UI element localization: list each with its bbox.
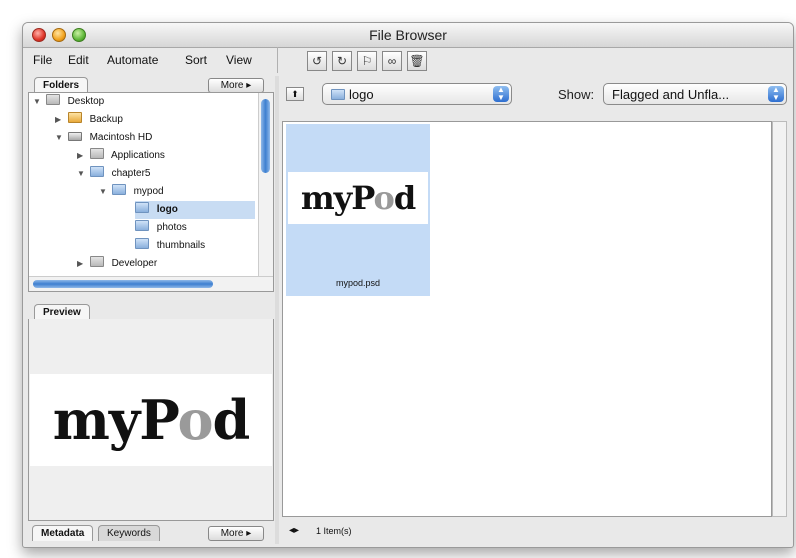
menu-sort[interactable]: Sort (185, 53, 207, 67)
trash-icon: 🗑 (409, 54, 425, 68)
binoculars-icon: ∞ (387, 54, 397, 68)
rotate-cw-button[interactable]: ↻ (332, 51, 352, 71)
status-bar: ◂▸ 1 Item(s) (280, 521, 789, 541)
menu-view[interactable]: View (226, 53, 252, 67)
menu-file[interactable]: File (33, 53, 52, 67)
tree-item-label: chapter5 (111, 168, 151, 179)
folder-icon (67, 112, 82, 123)
popup-stepper-icon: ▲ ▼ (493, 86, 509, 102)
developer-folder-icon (89, 256, 104, 267)
thumbnail-grid: myPod mypod.psd (282, 121, 772, 517)
folders-more-button[interactable]: More ▸ (208, 78, 264, 93)
folder-icon (89, 166, 104, 177)
folder-icon (111, 184, 126, 195)
disclosure-open-icon[interactable]: ▼ (55, 129, 65, 147)
thumbnail-image: myPod (288, 172, 428, 224)
tab-metadata[interactable]: Metadata (32, 525, 94, 541)
file-name-label: mypod.psd (335, 278, 381, 288)
file-thumbnail[interactable]: myPod mypod.psd (286, 124, 430, 296)
disclosure-closed-icon[interactable]: ▶ (77, 255, 87, 273)
right-pane: ⬆ logo ▲ ▼ Show: Flagged and Unfla... ▲ ▼ … (280, 76, 789, 544)
tree-item-label: mypod (133, 186, 164, 197)
tree-item-label: Developer (111, 258, 158, 269)
tree-item-backup[interactable]: ▶ Backup (55, 111, 123, 129)
window-title: File Browser (369, 27, 447, 43)
rotate-ccw-button[interactable]: ↺ (307, 51, 327, 71)
disclosure-closed-icon[interactable]: ▶ (55, 111, 65, 129)
tree-item-logo[interactable]: logo (135, 201, 255, 219)
tree-item-label: thumbnails (156, 240, 206, 251)
scroll-thumb[interactable] (33, 280, 213, 288)
mypod-logo: myPod (52, 388, 250, 452)
parent-folder-button[interactable]: ⬆ (286, 87, 304, 101)
disclosure-closed-icon[interactable]: ▶ (77, 147, 87, 165)
tree-item-label: Desktop (67, 96, 105, 107)
rotate-ccw-icon: ↺ (311, 54, 323, 68)
tab-keywords[interactable]: Keywords (98, 525, 160, 541)
show-filter-label: Show: (558, 87, 595, 102)
location-bar: ⬆ logo ▲ ▼ Show: Flagged and Unfla... ▲ ▼ (280, 76, 789, 114)
tree-item-macintosh-hd[interactable]: ▼ Macintosh HD (55, 129, 152, 147)
show-filter-popup[interactable]: Flagged and Unfla... ▲ ▼ (603, 83, 787, 105)
flag-icon: ⚐ (361, 54, 373, 68)
flag-button[interactable]: ⚐ (357, 51, 377, 71)
disclosure-open-icon[interactable]: ▼ (77, 165, 87, 183)
preview-image: myPod (30, 374, 272, 466)
tree-item-mypod[interactable]: ▼ mypod (99, 183, 164, 201)
rotate-cw-icon: ↻ (336, 54, 348, 68)
folders-horizontal-scrollbar[interactable] (29, 276, 273, 291)
popup-stepper-icon: ▲ ▼ (768, 86, 784, 102)
applications-folder-icon (89, 148, 104, 159)
menu-bar: File Edit Automate Sort View (23, 48, 273, 72)
folders-tree: ▼ Desktop ▶ Backup ▼ Macintosh HD ▶ Appl… (28, 92, 274, 292)
search-button[interactable]: ∞ (382, 51, 402, 71)
tree-item-label: photos (156, 222, 187, 233)
folders-vertical-scrollbar[interactable] (258, 93, 273, 279)
scroll-thumb[interactable] (261, 99, 270, 173)
desktop-icon (45, 94, 60, 105)
tree-item-developer[interactable]: ▶ Developer (77, 255, 157, 273)
metadata-tab-bar: Metadata Keywords More ▸ (28, 524, 274, 541)
tree-item-label: Backup (89, 114, 123, 125)
tree-item-desktop[interactable]: ▼ Desktop (33, 93, 104, 111)
preview-tab-bar: Preview (28, 303, 274, 320)
menu-edit[interactable]: Edit (68, 53, 89, 67)
current-folder-label: logo (349, 87, 374, 102)
content-vertical-scrollbar[interactable] (772, 121, 787, 517)
pane-splitter[interactable] (275, 76, 279, 544)
tab-folders[interactable]: Folders (34, 77, 89, 93)
menu-automate[interactable]: Automate (107, 53, 158, 67)
view-toggle-icon[interactable]: ◂▸ (289, 525, 299, 536)
tree-item-label: Applications (111, 150, 165, 161)
item-count: 1 Item(s) (316, 526, 352, 536)
folder-location-popup[interactable]: logo ▲ ▼ (322, 83, 512, 105)
tree-item-photos[interactable]: photos (135, 219, 187, 237)
file-browser-window: File Browser File Edit Automate Sort Vie… (22, 22, 794, 548)
title-bar: File Browser (23, 23, 793, 48)
menu-toolbar-divider (277, 47, 278, 73)
tree-item-applications[interactable]: ▶ Applications (77, 147, 165, 165)
disclosure-open-icon[interactable]: ▼ (99, 183, 109, 201)
tree-item-label: logo (156, 204, 178, 215)
folder-icon (331, 89, 345, 100)
tree-item-chapter5[interactable]: ▼ chapter5 (77, 165, 150, 183)
folder-icon (135, 220, 149, 231)
metadata-more-button[interactable]: More ▸ (208, 526, 264, 541)
mypod-logo: myPod (300, 179, 416, 217)
left-pane: Folders More ▸ ▼ Desktop ▶ Backup ▼ Maci… (28, 76, 274, 541)
tree-item-thumbnails[interactable]: thumbnails (135, 237, 205, 255)
tree-item-label: Macintosh HD (89, 132, 153, 143)
hard-disk-icon (67, 132, 82, 141)
preview-panel: myPod (28, 319, 274, 521)
folder-icon (135, 202, 149, 213)
show-filter-value: Flagged and Unfla... (612, 87, 730, 102)
up-folder-icon: ⬆ (291, 89, 299, 99)
delete-button[interactable]: 🗑 (407, 51, 427, 71)
folder-icon (135, 238, 149, 249)
tab-preview[interactable]: Preview (34, 304, 90, 320)
toolbar: ↺ ↻ ⚐ ∞ 🗑 (287, 48, 487, 72)
disclosure-open-icon[interactable]: ▼ (33, 93, 43, 111)
